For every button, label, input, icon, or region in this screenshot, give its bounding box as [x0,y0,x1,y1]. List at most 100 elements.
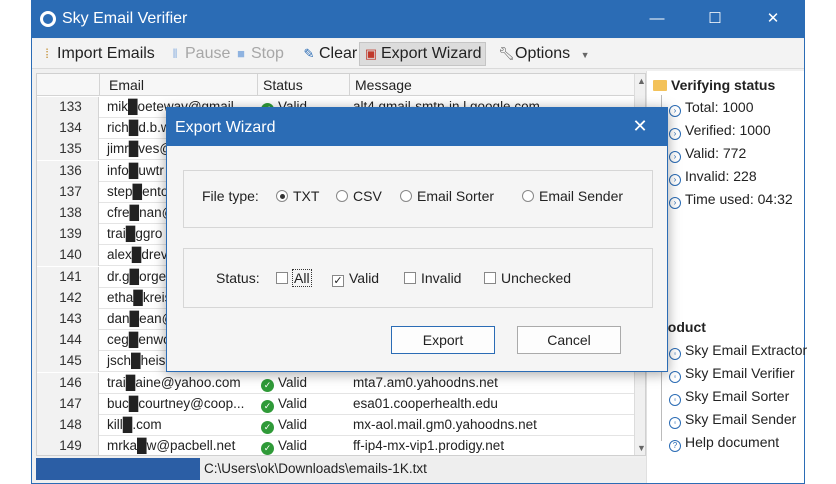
help-icon: ? [669,440,681,452]
row-number: 143 [37,309,99,330]
stat-item: › Time used: 04:32 [669,191,793,209]
arrow-circle-icon: › [669,174,681,186]
row-number: 134 [37,118,99,140]
message-cell: mta7.am0.yahoodns.net [353,374,498,390]
row-number: 139 [37,224,99,246]
stat-item: › Verified: 1000 [669,122,771,140]
row-number: 148 [37,415,99,436]
dialog-close-button[interactable]: ✕ [629,116,651,137]
status-column-header[interactable]: Status [263,77,303,93]
file-type-radio[interactable]: Email Sender [522,188,623,204]
product-link[interactable]: ◦ Sky Email Verifier [669,365,795,383]
table-row[interactable]: 146 trai█aine@yahoo.com ✓ Valid mta7.am0.yah… [37,372,645,394]
radio-indicator [276,190,288,202]
export-label: Export Wizard [381,45,482,62]
pause-button[interactable]: ‖ Pause [168,43,230,65]
side-panel: Verifying status › Total: 1000 › Verified: … [646,71,807,483]
product-link[interactable]: ◦ Sky Email Extractor [669,342,807,360]
row-number: 135 [37,139,99,161]
email-cell: mrka█w@pacbell.net [107,438,236,454]
scroll-down-icon[interactable]: ▼ [637,443,645,453]
status-label: Status: [216,270,260,286]
table-row[interactable]: 147 buc█courtney@coop... ✓ Valid esa01.coope… [37,393,645,415]
stop-button[interactable]: ■ Stop [234,43,284,65]
status-checkbox[interactable]: Invalid [404,270,461,286]
email-cell: step█entor [107,183,173,199]
checkbox-indicator [276,272,288,284]
file-type-radio[interactable]: Email Sorter [400,188,494,204]
check-icon: ✓ [261,378,274,392]
product-link[interactable]: ? Help document [669,434,779,452]
row-number: 133 [37,97,99,118]
email-cell: trai█ggro [107,226,163,242]
arrow-circle-icon: › [669,128,681,140]
product-link[interactable]: ◦ Sky Email Sorter [669,388,789,406]
row-number: 144 [37,330,99,352]
row-number: 141 [37,266,99,288]
radio-indicator [522,190,534,202]
row-number: 147 [37,393,99,415]
check-icon: ✓ [261,421,274,434]
status-checkbox[interactable]: All [276,269,312,287]
clear-button[interactable]: ✎ Clear [302,43,358,65]
maximize-button[interactable]: ☐ [700,8,730,30]
title-bar: Sky Email Verifier — ☐ ✕ [32,1,804,38]
clear-label: Clear [319,45,358,62]
row-number: 146 [37,372,99,394]
table-row[interactable]: 149 mrka█w@pacbell.net ✓ Valid ff-ip4-mx-vip… [37,436,645,455]
checkbox-indicator: ✓ [332,275,344,287]
status-checkbox[interactable]: ✓ Valid [332,270,379,287]
import-emails-button[interactable]: ⁞ Import Emails [40,43,155,65]
status-bar: C:\Users\ok\Downloads\emails-1K.txt [36,458,646,480]
email-column-header[interactable]: Email [109,77,144,93]
dropdown-arrow-icon: ▼ [580,50,590,60]
wrench-icon: 🔧︎ [498,46,515,61]
options-button[interactable]: 🔧︎Options ▼ [498,43,590,65]
stat-item: › Valid: 772 [669,145,746,163]
close-button[interactable]: ✕ [758,8,788,30]
file-type-radio[interactable]: TXT [276,188,319,204]
minimize-button[interactable]: — [642,8,672,30]
import-label: Import Emails [57,45,155,62]
verifying-status-label: Verifying status [671,77,776,93]
row-number: 137 [37,181,99,203]
folder-icon [653,80,667,91]
status-checkbox[interactable]: Unchecked [484,270,571,286]
check-icon: ✓ [261,399,274,413]
grid-header: Email Status Message [37,74,645,96]
message-cell: ff-ip4-mx-vip1.prodigy.net [353,438,505,454]
globe-icon: ◦ [669,348,681,360]
progress-bar [36,458,200,480]
cancel-button[interactable]: Cancel [517,326,621,354]
import-icon: ⁞ [45,46,49,61]
options-label: Options [515,45,571,62]
email-cell: etha█kreis [107,289,172,305]
file-type-radio[interactable]: CSV [336,188,382,204]
row-number: 142 [37,287,99,309]
row-number: 149 [37,436,99,455]
row-number: 138 [37,203,99,224]
pause-icon: ‖ [172,46,178,61]
brush-icon: ✎ [303,46,315,61]
status-group: Status: All ✓ Valid Invalid Unchecked [183,248,653,308]
email-cell: info█uwtr [107,162,164,178]
row-number: 145 [37,351,99,373]
globe-icon: ◦ [669,417,681,429]
arrow-circle-icon: › [669,151,681,163]
status-cell: ✓Valid [261,396,307,413]
stat-item: › Invalid: 228 [669,168,757,186]
export-button[interactable]: Export [391,326,495,354]
radio-indicator [400,190,412,202]
checkbox-indicator [484,272,496,284]
table-row[interactable]: 148 kill█.com ✓ Valid mx-aol.mail.gm0.yahood… [37,415,645,436]
stop-icon: ■ [237,46,245,61]
column-divider [257,74,258,96]
stop-label: Stop [251,45,284,62]
export-wizard-dialog: Export Wizard ✕ File type: TXT CSV Email S… [166,107,668,372]
product-link[interactable]: ◦ Sky Email Sender [669,411,796,429]
scroll-up-icon[interactable]: ▲ [637,76,645,86]
arrow-circle-icon: › [669,105,681,117]
column-divider [99,74,100,96]
message-column-header[interactable]: Message [355,77,412,93]
export-wizard-button[interactable]: ▣ Export Wizard [359,42,487,66]
